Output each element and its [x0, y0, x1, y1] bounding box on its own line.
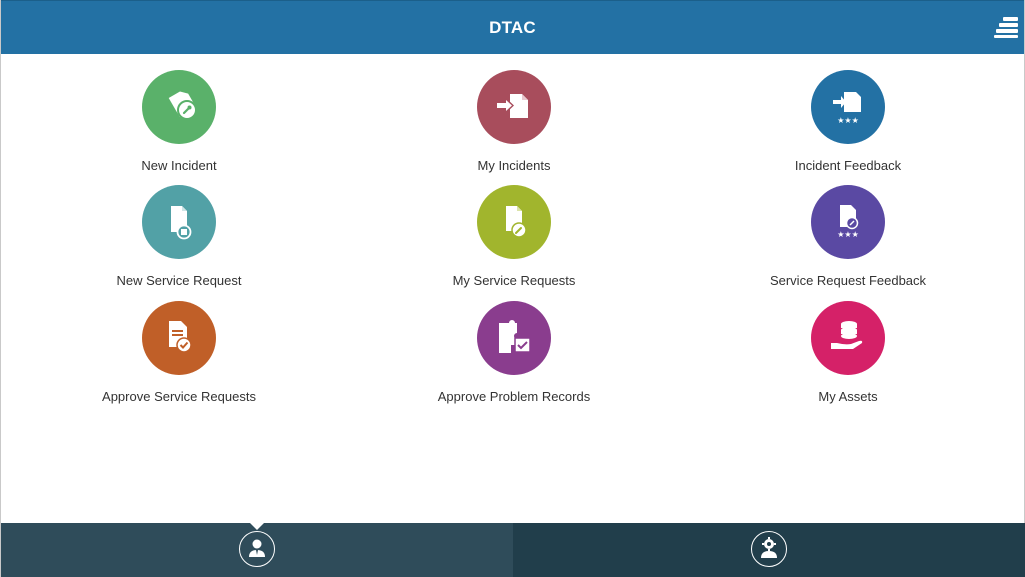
tile-my-assets[interactable]: My Assets — [738, 301, 958, 411]
tile-label: New Service Request — [116, 273, 242, 288]
document-feedback-icon: ★★★ — [811, 185, 885, 259]
tile-label: Service Request Feedback — [769, 273, 927, 288]
tile-my-incidents[interactable]: My Incidents — [404, 70, 624, 180]
tile-label: Approve Problem Records — [437, 389, 591, 404]
document-enter-stars-icon: ★★★ — [811, 70, 885, 144]
tab-admin[interactable] — [513, 523, 1025, 577]
active-tab-indicator — [250, 523, 264, 530]
tile-incident-feedback[interactable]: ★★★ Incident Feedback — [738, 70, 958, 180]
tile-my-service-requests[interactable]: My Service Requests — [404, 185, 624, 295]
tab-user[interactable] — [1, 523, 513, 577]
tile-label: New Incident — [141, 158, 217, 173]
tile-label: My Assets — [818, 389, 878, 404]
document-enter-icon — [477, 70, 551, 144]
puzzle-approve-icon — [477, 301, 551, 375]
tile-label: My Service Requests — [452, 273, 576, 288]
svg-text:★★★: ★★★ — [837, 116, 859, 125]
header-bar: DTAC — [1, 0, 1024, 54]
app-window: DTAC New Incident My Incidents ★★★ Incid… — [0, 0, 1025, 577]
hamburger-menu-icon[interactable] — [994, 17, 1018, 39]
tile-approve-problem-records[interactable]: Approve Problem Records — [404, 301, 624, 411]
tile-label: My Incidents — [477, 158, 551, 173]
document-new-icon — [142, 185, 216, 259]
ticket-wrench-icon — [142, 70, 216, 144]
svg-text:★★★: ★★★ — [837, 230, 859, 239]
hand-database-icon — [811, 301, 885, 375]
tile-new-service-request[interactable]: New Service Request — [69, 185, 289, 295]
bottom-tab-bar — [1, 523, 1025, 577]
user-gear-icon — [751, 531, 787, 567]
tile-approve-service-requests[interactable]: Approve Service Requests — [69, 301, 289, 411]
page-title: DTAC — [489, 18, 536, 37]
tile-service-request-feedback[interactable]: ★★★ Service Request Feedback — [738, 185, 958, 295]
document-approve-icon — [142, 301, 216, 375]
tile-label: Approve Service Requests — [102, 389, 256, 404]
tile-label: Incident Feedback — [794, 158, 902, 173]
document-wrench-icon — [477, 185, 551, 259]
user-icon — [239, 531, 275, 567]
tile-new-incident[interactable]: New Incident — [69, 70, 289, 180]
